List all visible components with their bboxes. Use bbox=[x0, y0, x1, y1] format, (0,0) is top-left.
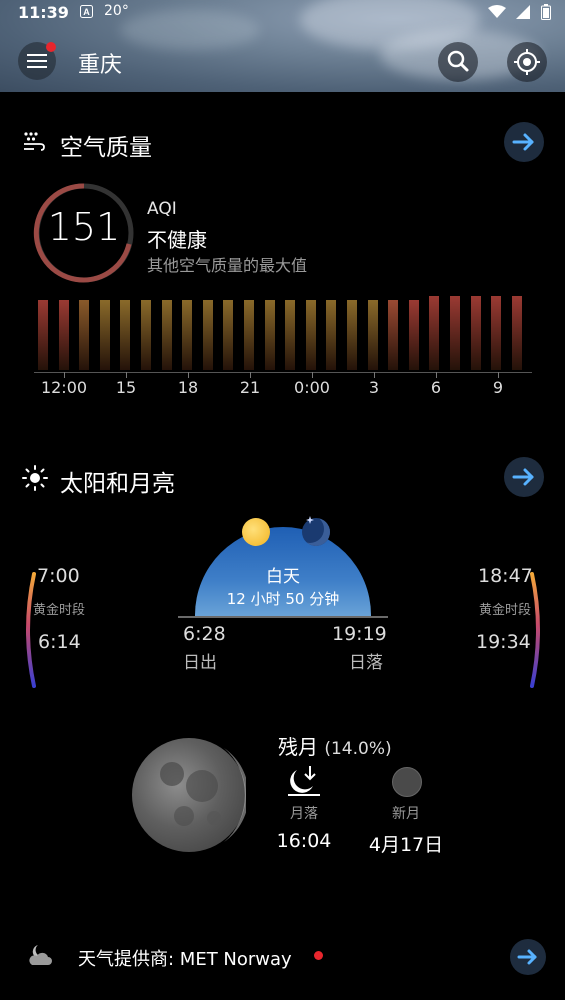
golden-evening-end: 19:34 bbox=[476, 631, 531, 653]
sunrise-time: 6:28 bbox=[183, 623, 226, 645]
aqi-hourly-bars bbox=[38, 296, 528, 370]
status-time: 11:39 bbox=[18, 3, 69, 22]
aqi-hour-bar bbox=[38, 300, 48, 370]
battery-icon bbox=[541, 4, 551, 24]
aqi-axis bbox=[34, 372, 532, 373]
air-quality-icon bbox=[22, 130, 48, 158]
aqi-axis-label: 12:00 bbox=[40, 378, 88, 397]
aqi-axis-label: 9 bbox=[492, 378, 504, 397]
aqi-hour-bar bbox=[264, 300, 275, 370]
status-temp: 20° bbox=[104, 3, 129, 19]
aqi-hour-bar bbox=[491, 296, 502, 370]
aqi-hour-bar bbox=[470, 296, 481, 370]
wifi-icon bbox=[488, 5, 506, 23]
arrow-right-icon bbox=[512, 133, 534, 151]
moon-phase: 残月 (14.0%) bbox=[278, 731, 392, 760]
provider-text: 天气提供商: MET Norway bbox=[78, 949, 292, 970]
aqi-hour-bar bbox=[182, 300, 193, 370]
golden-evening-start: 18:47 bbox=[478, 565, 533, 587]
city-title: 重庆 bbox=[78, 53, 123, 78]
aqi-hour-bar bbox=[367, 300, 378, 370]
signal-icon bbox=[516, 5, 531, 23]
sun-position-icon bbox=[242, 518, 270, 546]
horizon-line bbox=[178, 616, 388, 618]
air-quality-more-button[interactable] bbox=[504, 122, 544, 162]
daylight-label: 白天 bbox=[266, 567, 300, 587]
aqi-hour-bar bbox=[408, 300, 419, 370]
moon-image bbox=[132, 738, 249, 852]
sun-moon-more-button[interactable] bbox=[504, 457, 544, 497]
aqi-hour-bar bbox=[99, 300, 110, 370]
cloud-moon-icon bbox=[29, 945, 52, 965]
aqi-hour-bar bbox=[450, 296, 460, 370]
provider-more-button[interactable] bbox=[510, 939, 546, 975]
moon-phase-name: 残月 bbox=[278, 735, 318, 759]
aqi-axis-label: 21 bbox=[239, 378, 261, 397]
aqi-hour-bar bbox=[388, 300, 399, 370]
menu-button[interactable] bbox=[18, 42, 56, 80]
moonset-time: 16:04 bbox=[276, 830, 332, 852]
daylight-length: 12 小时 50 分钟 bbox=[226, 590, 340, 608]
notification-icon: A bbox=[80, 4, 93, 22]
aqi-axis-label: 18 bbox=[177, 378, 199, 397]
status-bar: 11:39 A 20° bbox=[0, 0, 565, 26]
aqi-hour-bar bbox=[244, 300, 254, 370]
moonset-icon bbox=[288, 766, 320, 796]
notification-badge bbox=[46, 42, 56, 52]
aqi-hour-bar bbox=[347, 300, 357, 370]
aqi-axis-label: 0:00 bbox=[294, 378, 330, 397]
golden-evening-label: 黄金时段 bbox=[479, 603, 532, 618]
aqi-label: AQI bbox=[147, 199, 177, 219]
new-moon-label: 新月 bbox=[392, 806, 420, 822]
aqi-hour-bar bbox=[223, 300, 234, 370]
aqi-axis-label: 15 bbox=[115, 378, 137, 397]
location-button[interactable] bbox=[507, 42, 547, 82]
arrow-right-icon bbox=[517, 949, 537, 965]
golden-hour-arc-left bbox=[26, 572, 36, 688]
svg-text:A: A bbox=[83, 7, 90, 17]
aqi-status: 不健康 bbox=[147, 228, 207, 252]
new-moon-icon bbox=[392, 767, 422, 797]
aqi-hour-bar bbox=[79, 300, 90, 370]
aqi-axis-label: 3 bbox=[368, 378, 380, 397]
golden-morning-label: 黄金时段 bbox=[33, 603, 86, 618]
aqi-axis-label: 6 bbox=[430, 378, 442, 397]
golden-morning-end: 6:14 bbox=[38, 631, 81, 653]
aqi-hour-bar bbox=[511, 296, 522, 370]
arrow-right-icon bbox=[512, 468, 534, 486]
aqi-note: 其他空气质量的最大值 bbox=[147, 256, 308, 275]
aqi-hour-bar bbox=[141, 300, 151, 370]
aqi-hour-bar bbox=[326, 300, 337, 370]
new-moon-date: 4月17日 bbox=[368, 834, 444, 856]
aqi-hour-bar bbox=[429, 296, 440, 370]
sunrise-label: 日出 bbox=[183, 653, 217, 673]
aqi-hour-bar bbox=[161, 300, 172, 370]
sun-icon bbox=[22, 465, 48, 495]
golden-hour-arc-right bbox=[530, 572, 540, 688]
search-button[interactable] bbox=[438, 42, 478, 82]
moonset-label: 月落 bbox=[290, 806, 318, 822]
sun-moon-title: 太阳和月亮 bbox=[60, 471, 175, 497]
header-background: 11:39 A 20° 重庆 bbox=[0, 0, 565, 92]
moon-surface bbox=[160, 748, 249, 842]
star-icon bbox=[306, 516, 314, 524]
aqi-hour-bar bbox=[120, 300, 131, 370]
provider-badge bbox=[314, 951, 323, 960]
sunset-time: 19:19 bbox=[332, 623, 387, 645]
aqi-hour-bar bbox=[202, 300, 213, 370]
search-icon bbox=[447, 50, 469, 72]
air-quality-title: 空气质量 bbox=[60, 135, 152, 161]
moon-illumination: (14.0%) bbox=[324, 739, 392, 759]
aqi-hour-bar bbox=[305, 300, 316, 370]
sunset-label: 日落 bbox=[349, 653, 383, 673]
golden-morning-start: 7:00 bbox=[37, 565, 80, 587]
aqi-hour-bar bbox=[58, 300, 69, 370]
aqi-hour-bar bbox=[285, 300, 296, 370]
aqi-value: 151 bbox=[47, 205, 121, 249]
locate-icon bbox=[514, 49, 540, 75]
